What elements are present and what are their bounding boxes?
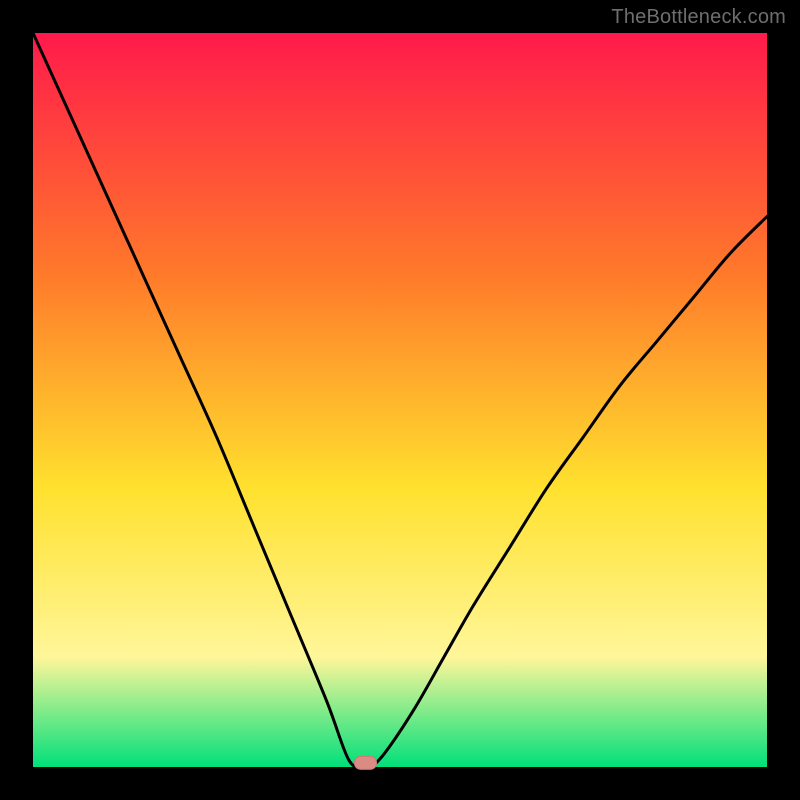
chart-frame: TheBottleneck.com [0, 0, 800, 800]
plot-background [33, 33, 767, 767]
bottleneck-chart [0, 0, 800, 800]
watermark-text: TheBottleneck.com [611, 6, 786, 29]
optimal-marker [355, 756, 377, 769]
